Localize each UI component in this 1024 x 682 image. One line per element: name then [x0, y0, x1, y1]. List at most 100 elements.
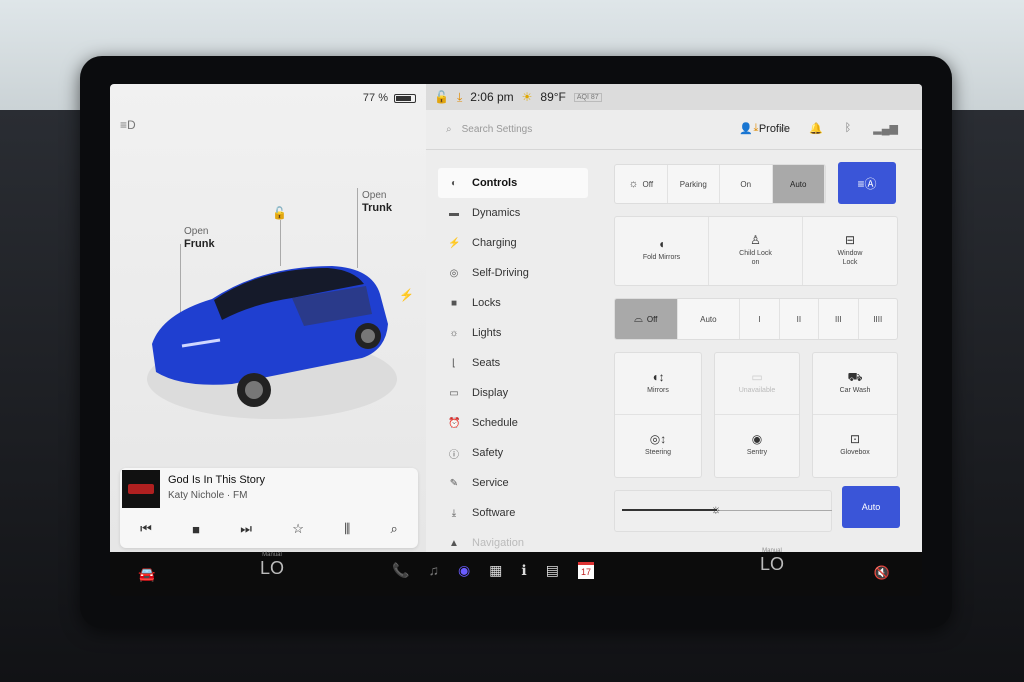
menu-item-self-driving[interactable]: ◎ Self-Driving — [438, 258, 588, 288]
steering-adjust-button[interactable]: ◎↕ Steering — [615, 415, 701, 477]
wipers-speed-1[interactable]: I — [740, 299, 780, 339]
previous-track-icon[interactable]: ⏮ — [140, 521, 152, 537]
wipers-control: ⌓ Off Auto I II III IIII — [614, 298, 898, 340]
menu-item-locks[interactable]: ■ Locks — [438, 288, 588, 318]
headlights-parking-option[interactable]: Parking — [668, 165, 720, 203]
lte-signal-icon: ▂▄▆ — [873, 123, 898, 135]
mirrors-adjust-button[interactable]: ◖↕ Mirrors — [615, 353, 701, 415]
navigation-arrow-icon: ▲ — [449, 537, 459, 549]
album-art[interactable] — [122, 470, 160, 508]
mirror-lock-tiles: ◖ Fold Mirrors ♙ Child Lock on ⊟ Window Lock — [614, 216, 898, 286]
garage-icon[interactable]: ⌂ — [780, 122, 787, 135]
song-title: God Is In This Story — [168, 474, 266, 486]
wipers-speed-3[interactable]: III — [819, 299, 859, 339]
car-model-image — [147, 266, 397, 419]
menu-item-service[interactable]: ✎ Service — [438, 468, 588, 498]
auto-high-beam-button[interactable]: ≡Ⓐ — [838, 162, 896, 204]
toybox-icon[interactable]: ▦ — [489, 562, 502, 579]
info-icon: ⓘ — [449, 449, 459, 461]
fold-mirrors-button[interactable]: ◖ Fold Mirrors — [615, 217, 709, 285]
window-lock-button[interactable]: ⊟ Window Lock — [803, 217, 897, 285]
child-lock-icon: ♙ — [750, 232, 761, 247]
sentry-icon: ◉ — [751, 432, 763, 446]
car-view-panel: 77 % ≡D Open Frunk 🔓 Open Trunk ⚡ God Is I… — [110, 84, 426, 552]
menu-item-safety[interactable]: ⓘ Safety — [438, 438, 588, 468]
touchscreen: 77 % ≡D Open Frunk 🔓 Open Trunk ⚡ God Is I… — [110, 84, 922, 596]
headlight-indicator-icon: ≡D — [120, 118, 136, 132]
brightness-slider-fill — [622, 509, 717, 511]
aqi-badge: AQI 87 — [573, 92, 602, 102]
equalizer-icon[interactable]: ⫼ — [344, 521, 350, 537]
settings-panel: 🔓 ⤓ 2:06 pm ☀ 89°F AQI 87 ⌕ Search Setti… — [426, 84, 922, 552]
seat-icon: ⌊ — [452, 357, 456, 369]
headlights-on-option[interactable]: On — [720, 165, 773, 203]
menu-item-software[interactable]: ⤓ Software — [438, 498, 588, 528]
menu-item-controls[interactable]: ◐ Controls — [438, 168, 588, 198]
menu-item-seats[interactable]: ⌊ Seats — [438, 348, 588, 378]
software-download-icon[interactable]: ⤓ — [753, 122, 758, 135]
brightness-slider[interactable]: ☼ — [622, 502, 832, 516]
child-lock-button[interactable]: ♙ Child Lock on — [709, 217, 803, 285]
menu-item-charging[interactable]: ⚡ Charging — [438, 228, 588, 258]
unlock-icon[interactable]: 🔓 — [272, 206, 287, 220]
wipers-speed-2[interactable]: II — [780, 299, 820, 339]
security-tiles: ▭ Unavailable ◉ Sentry — [714, 352, 800, 478]
bluetooth-icon[interactable]: ᛒ — [845, 122, 852, 135]
headlights-off-option[interactable]: ☼ Off — [615, 165, 668, 203]
sentry-button[interactable]: ◉ Sentry — [715, 415, 799, 477]
header-icons: ⤓ ⌂ 🔔 ᛒ ▂▄▆ — [753, 122, 898, 135]
media-controls: ⏮ ■ ⏭ ☆ ⫼ ⌕ — [120, 514, 418, 544]
next-track-icon[interactable]: ⏭ — [240, 521, 252, 537]
camera-icon[interactable]: ◉ — [458, 562, 470, 579]
passenger-temp[interactable]: Manual LO — [760, 548, 784, 575]
manual-icon[interactable]: ℹ — [521, 562, 526, 579]
brightness-sun-icon[interactable]: ☼ — [711, 502, 722, 516]
glovebox-button[interactable]: ⊡ Glovebox — [813, 415, 897, 477]
battery-percent: 77 % — [362, 92, 388, 104]
light-icon: ☼ — [449, 327, 459, 339]
app-launcher: 📞 ♫ ◉ ▦ ℹ ▤ 17 — [392, 562, 594, 579]
menu-item-display[interactable]: ▭ Display — [438, 378, 588, 408]
dashcam-icon: ▭ — [751, 369, 763, 384]
wipers-speed-4[interactable]: IIII — [859, 299, 897, 339]
headlights-control: ☼ Off Parking On Auto — [614, 164, 826, 204]
brightness-auto-button[interactable]: Auto — [842, 486, 900, 528]
energy-icon[interactable]: ▤ — [546, 562, 559, 579]
bell-icon[interactable]: 🔔 — [809, 122, 823, 135]
lock-status-icon[interactable]: 🔓 — [434, 90, 449, 104]
driver-temp[interactable]: Manual LO — [260, 552, 284, 579]
menu-item-schedule[interactable]: ⏰ Schedule — [438, 408, 588, 438]
brightness-panel — [614, 490, 832, 532]
trunk-open-button[interactable]: Open Trunk — [362, 190, 392, 214]
search-settings-icon: ⌕ — [446, 124, 452, 135]
favorite-star-icon[interactable]: ☆ — [292, 521, 304, 537]
frunk-open-button[interactable]: Open Frunk — [184, 226, 215, 250]
menu-item-dynamics[interactable]: ▬ Dynamics — [438, 198, 588, 228]
mute-volume-icon[interactable]: 🔇 — [874, 565, 890, 581]
mirror-icon: ◖ — [657, 237, 666, 251]
download-icon: ⤓ — [456, 89, 463, 104]
search-icon[interactable]: ⌕ — [391, 521, 398, 537]
calendar-icon[interactable]: 17 — [577, 562, 594, 579]
bottom-dock: 🚘 Manual LO 📞 ♫ ◉ ▦ ℹ ▤ 17 Manual LO 🔇 — [110, 548, 922, 596]
bolt-icon: ⚡ — [448, 237, 461, 249]
wipers-off-option[interactable]: ⌓ Off — [615, 299, 678, 339]
settings-menu: ◐ Controls ▬ Dynamics ⚡ Charging ◎ Self-Driv… — [438, 168, 588, 558]
status-bar: 🔓 ⤓ 2:06 pm ☀ 89°F AQI 87 — [426, 84, 922, 110]
wrench-icon: ✎ — [449, 477, 459, 489]
headlights-auto-option[interactable]: Auto — [772, 165, 825, 203]
wipers-auto-option[interactable]: Auto — [678, 299, 741, 339]
window-lock-icon: ⊟ — [844, 232, 856, 247]
sun-outline-icon: ☼ — [628, 178, 639, 190]
car-wash-button[interactable]: ⛟ Car Wash — [813, 353, 897, 415]
search-placeholder: Search Settings — [461, 124, 533, 135]
car-icon[interactable]: 🚘 — [138, 566, 155, 583]
person-icon: 👤 — [739, 123, 753, 135]
stop-icon[interactable]: ■ — [192, 522, 200, 537]
adjust-tiles: ◖↕ Mirrors ◎↕ Steering — [614, 352, 702, 478]
unavailable-button: ▭ Unavailable — [715, 353, 799, 415]
phone-icon[interactable]: 📞 — [392, 562, 409, 579]
menu-item-lights[interactable]: ☼ Lights — [438, 318, 588, 348]
music-icon[interactable]: ♫ — [428, 562, 439, 579]
display-icon: ▭ — [449, 387, 459, 399]
